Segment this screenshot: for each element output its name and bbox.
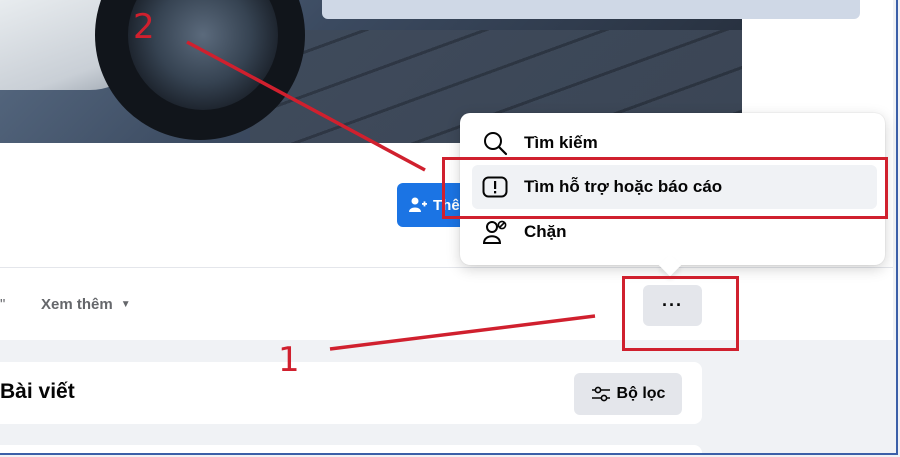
caret-down-icon: ▼ xyxy=(120,299,131,310)
search-icon xyxy=(480,128,510,158)
annotation-label-1: 1 xyxy=(278,340,300,380)
menu-item-search-label: Tìm kiếm xyxy=(524,133,598,152)
posts-title: Bài viết xyxy=(0,380,75,403)
filter-button[interactable]: Bộ lọc xyxy=(574,373,682,415)
page-frame: Thê " Xem thêm ▼ ··· Bài viết Bộ lọc Tìm… xyxy=(0,0,898,455)
add-friend-icon xyxy=(409,197,427,212)
annotation-label-2: 2 xyxy=(133,7,155,47)
more-nav-dropdown[interactable]: Xem thêm ▼ xyxy=(41,296,131,313)
next-card xyxy=(0,445,702,453)
cover-overlay-bar xyxy=(322,0,860,19)
more-nav-label: Xem thêm xyxy=(41,296,113,313)
block-user-icon xyxy=(480,217,510,247)
highlight-box-2 xyxy=(442,157,888,219)
highlight-box-1 xyxy=(622,276,739,351)
menu-item-block-label: Chặn xyxy=(524,222,567,241)
divider xyxy=(0,267,893,268)
filter-icon xyxy=(591,386,610,402)
filter-label: Bộ lọc xyxy=(616,385,666,402)
nav-item-truncated[interactable]: " xyxy=(0,296,5,313)
